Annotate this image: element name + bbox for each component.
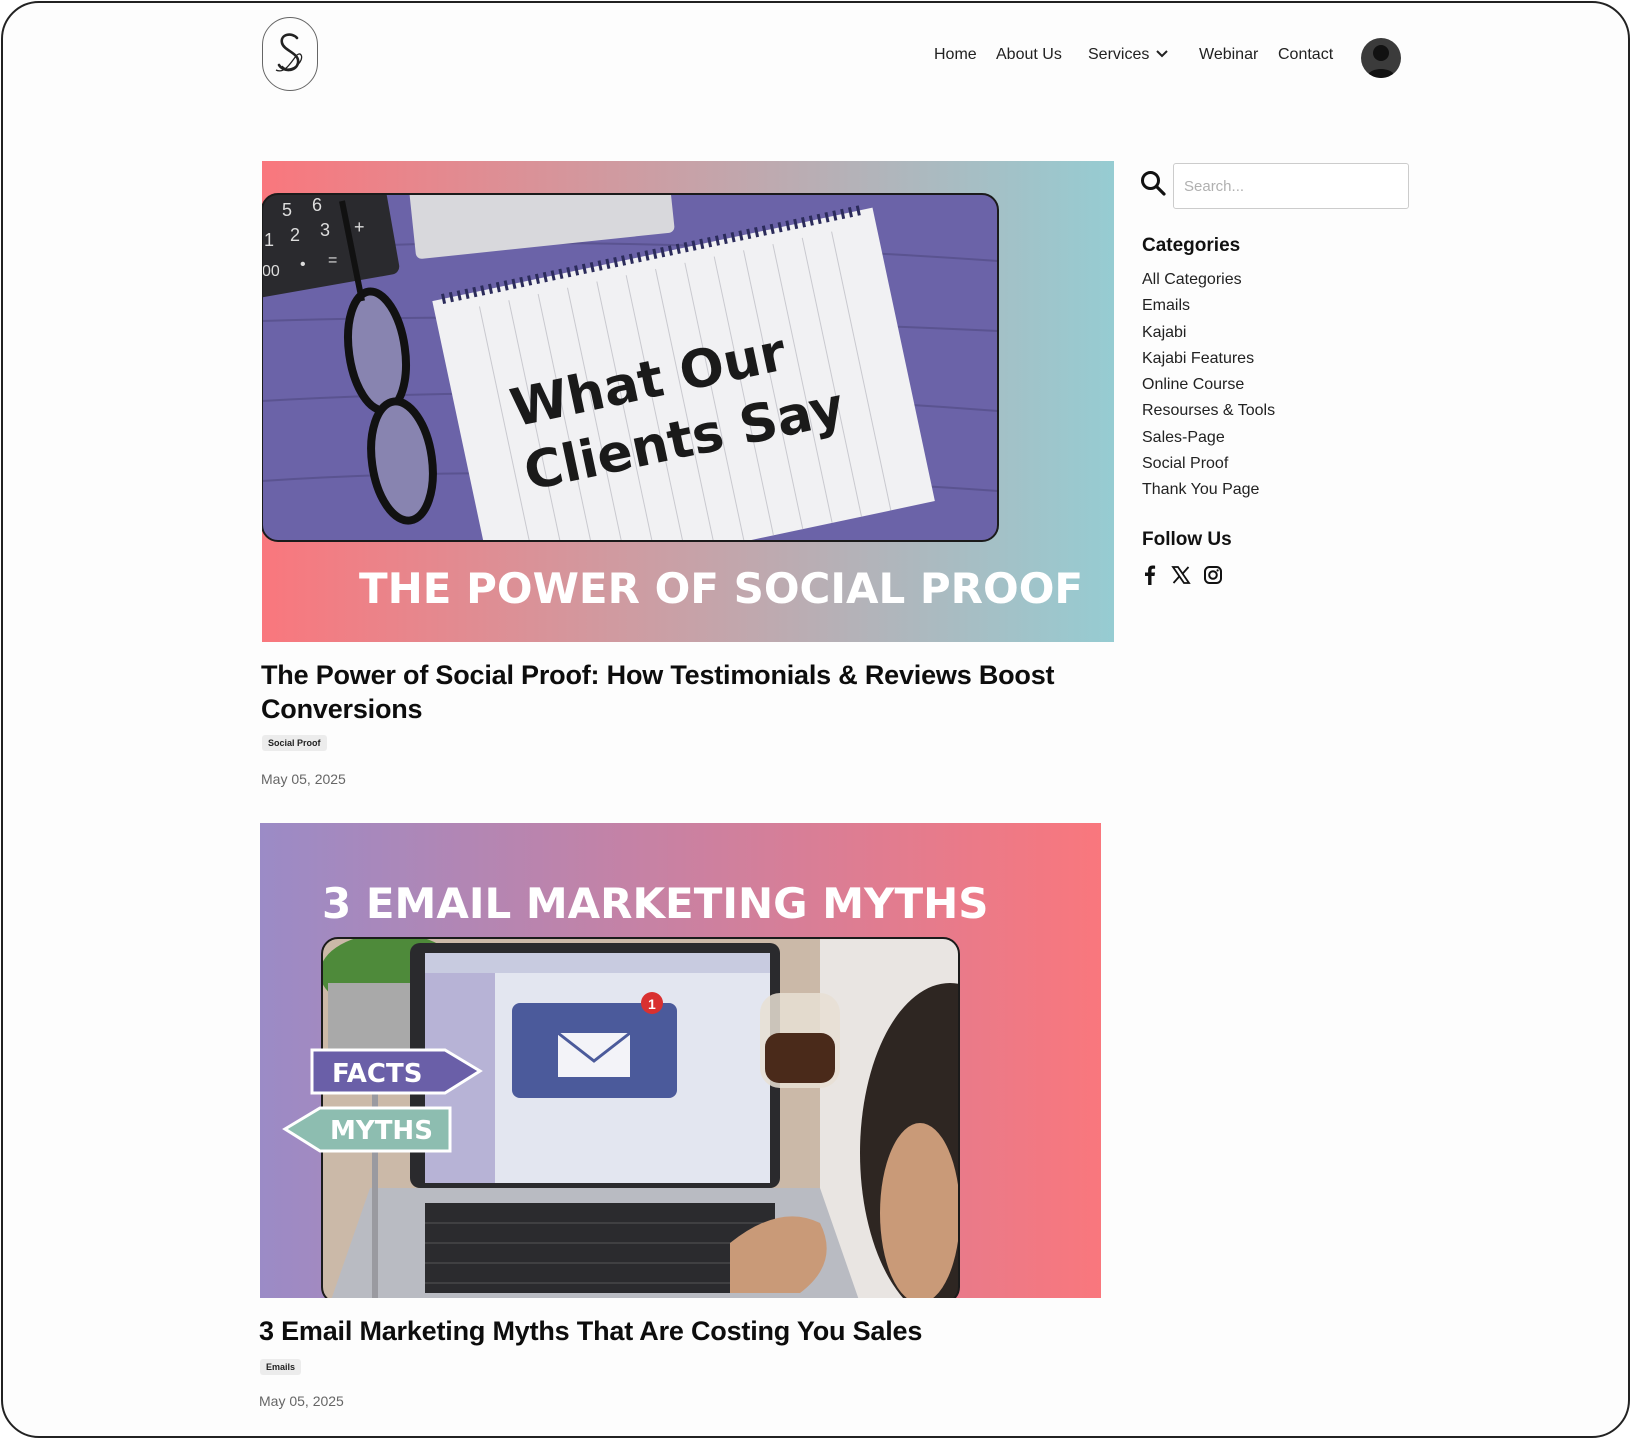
nav-services-label: Services [1088,46,1150,63]
category-link[interactable]: Resourses & Tools [1142,398,1275,424]
notification-badge: 1 [648,996,656,1012]
instagram-icon[interactable] [1202,564,1224,586]
browser-frame: Home About Us Services Webinar Contact 5… [1,1,1630,1438]
category-link[interactable]: Emails [1142,293,1275,319]
nav-webinar[interactable]: Webinar [1199,43,1258,67]
search-input[interactable] [1173,163,1409,209]
site-logo[interactable] [262,17,318,91]
calc-key: 3 [320,220,330,240]
social-proof-illustration: 5 6 1 2 3 + 00 • = What Our Clients Say … [262,161,1114,642]
category-link[interactable]: Kajabi [1142,320,1275,346]
category-link[interactable]: Sales-Page [1142,425,1275,451]
calc-key: 5 [282,200,292,220]
category-list: All Categories Emails Kajabi Kajabi Feat… [1142,267,1275,504]
category-link[interactable]: Social Proof [1142,451,1275,477]
calc-key: 6 [312,195,322,215]
calc-key: + [354,217,365,237]
user-avatar[interactable] [1361,38,1401,78]
chevron-down-icon [1156,50,1169,58]
calc-key: 2 [290,225,300,245]
user-silhouette-icon [1367,45,1395,78]
follow-us-heading: Follow Us [1142,529,1232,550]
coffee-mug [760,993,840,1088]
banner-title-text: THE POWER OF SOCIAL PROOF [359,564,1083,613]
post-title-line: The Power of Social Proof: How Testimoni… [261,660,1055,690]
email-myths-illustration: 3 EMAIL MARKETING MYTHS 1 FACTS MYTHS [260,823,1101,1298]
banner-title-text: 3 EMAIL MARKETING MYTHS [322,879,989,928]
category-tag[interactable]: Emails [260,1359,302,1375]
calc-key: • [300,256,306,273]
category-link[interactable]: All Categories [1142,267,1275,293]
post-date: May 05, 2025 [259,1393,344,1409]
email-window: 1 [512,992,677,1098]
calc-key: = [328,252,337,269]
category-link[interactable]: Online Course [1142,372,1275,398]
nav-home[interactable]: Home [934,43,977,67]
calc-key: 00 [262,263,280,280]
post-date: May 05, 2025 [261,771,346,787]
logo-monogram-icon [275,33,303,72]
nav-services[interactable]: Services [1088,43,1169,67]
category-link[interactable]: Thank You Page [1142,477,1275,503]
post-title[interactable]: The Power of Social Proof: How Testimoni… [261,658,1055,726]
post-image-social-proof[interactable]: 5 6 1 2 3 + 00 • = What Our Clients Say … [262,161,1114,642]
calc-key: 1 [264,230,274,250]
facts-sign-text: FACTS [332,1059,422,1089]
search-icon[interactable] [1140,170,1166,196]
post-title[interactable]: 3 Email Marketing Myths That Are Costing… [259,1314,922,1348]
category-tag[interactable]: Social Proof [262,735,327,751]
nav-about-us[interactable]: About Us [996,43,1062,67]
myths-sign-text: MYTHS [330,1116,433,1146]
post-image-email-myths[interactable]: 3 EMAIL MARKETING MYTHS 1 FACTS MYTHS [260,823,1101,1298]
categories-heading: Categories [1142,235,1241,256]
category-link[interactable]: Kajabi Features [1142,346,1275,372]
post-title-line: Conversions [261,694,423,724]
nav-contact[interactable]: Contact [1278,43,1333,67]
x-icon[interactable] [1170,564,1192,586]
facebook-icon[interactable] [1139,564,1161,586]
